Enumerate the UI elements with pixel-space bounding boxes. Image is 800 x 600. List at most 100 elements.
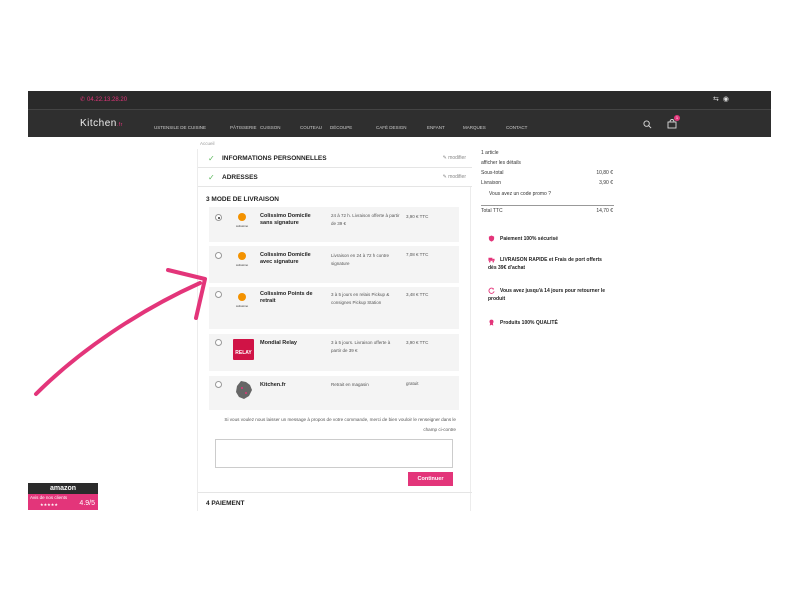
reassurance-returns: Vous avez jusqu'à 14 jours pour retourne… [488,287,608,303]
carrier-option[interactable]: colissimo Colissimo Domicile avec signat… [209,246,459,283]
star-rating-icon: ★★★★★ [40,502,58,507]
main-navbar: Kitchen.fr USTENSILE DE CUISINE PÂTISSER… [28,109,771,137]
modify-label: modifier [448,155,466,161]
divider [198,492,472,493]
step-title: ADRESSES [222,174,258,181]
top-icons: ⇆ ◉ [709,95,729,103]
main-menu: USTENSILE DE CUISINE PÂTISSERIE CUISSON … [154,125,527,130]
check-icon: ✓ [208,154,215,163]
nav-patisserie[interactable]: PÂTISSERIE [230,125,260,130]
cart-count-badge: 1 [674,115,680,121]
subtotal-label: Sous-total [481,170,504,176]
nav-enfant[interactable]: ENFANT [427,125,463,130]
step-personal-info[interactable]: ✓ INFORMATIONS PERSONNELLES ✎ modifier [198,149,472,168]
checkout-panel: ✓ INFORMATIONS PERSONNELLES ✎ modifier ✓… [197,149,472,511]
logo-suffix: .fr [116,122,123,128]
nav-decoupe[interactable]: DÉCOUPE [330,125,376,130]
top-bar: ✆ 04.22.13.28.20 ⇆ ◉ [28,91,771,109]
user-icon[interactable]: ◉ [723,96,729,103]
logo-text: Kitchen [80,118,117,129]
subtotal-row: Sous-total 10,80 € [481,170,613,176]
delivery-step-title: 3 MODE DE LIVRAISON [206,196,279,203]
amazon-logo: amazon [28,483,98,494]
divider [481,205,614,206]
shipping-row: Livraison 3,90 € [481,180,613,186]
nav-cuisson[interactable]: CUISSON [260,125,300,130]
carrier-name: Mondial Relay [260,340,297,346]
carrier-name: Kitchen.fr [260,382,286,388]
order-message-textarea[interactable] [215,439,453,468]
colissimo-logo: colissimo [236,293,249,308]
nav-ustensile[interactable]: USTENSILE DE CUISINE [154,125,230,130]
step-title: INFORMATIONS PERSONNELLES [222,155,327,162]
search-icon[interactable] [643,120,652,129]
colissimo-logo: colissimo [236,213,249,228]
total-label: Total TTC [481,208,503,214]
svg-text:colissimo: colissimo [236,304,249,308]
refresh-icon [488,287,495,294]
nav-contact[interactable]: CONTACT [506,125,527,130]
colissimo-logo: colissimo [236,252,249,267]
carrier-option[interactable]: Kitchen.fr Retrait en magasin gratuit [209,376,459,410]
shipping-value: 3,90 € [599,180,613,186]
nav-couteau[interactable]: COUTEAU [300,125,330,130]
mondial-relay-logo-text: RELAY [235,350,252,356]
carrier-option[interactable]: colissimo Colissimo Domicile sans signat… [209,207,459,242]
modify-link[interactable]: ✎ modifier [443,174,466,180]
site-logo[interactable]: Kitchen.fr [80,118,123,129]
carrier-price: 3,90 € TTC [406,340,429,345]
phone-number[interactable]: ✆ 04.22.13.28.20 [80,96,127,103]
promo-code-link[interactable]: Vous avez un code promo ? [489,191,621,197]
carrier-delay: 24 à 72 h. Livraison offerte à partir de… [331,213,400,226]
message-label: Si vous voulez nous laisser un message à… [224,417,456,432]
shipping-label: Livraison [481,180,502,186]
svg-text:colissimo: colissimo [236,263,249,267]
amazon-reviews-badge[interactable]: amazon Avis de nos clients ★★★★★ 4.9/5 [28,483,98,510]
carrier-radio[interactable] [215,214,222,221]
reassurance-quality: Produits 100% QUALITÉ [488,319,608,327]
carrier-option[interactable]: RELAY Mondial Relay 3 à 5 jours. Livrais… [209,334,459,371]
article-count: 1 article [481,150,499,156]
france-map-icon [236,381,252,399]
step-addresses[interactable]: ✓ ADRESSES ✎ modifier [198,168,472,187]
carrier-price: 3,90 € TTC [406,214,429,219]
shield-icon [488,235,495,242]
reassurance-delivery: LIVRAISON RAPIDE et Frais de port offert… [488,256,610,272]
nav-marques[interactable]: MARQUES [463,125,506,130]
carrier-radio[interactable] [215,339,222,346]
carrier-option[interactable]: colissimo Colissimo Points de retrait 3 … [209,287,459,329]
phone-icon: ✆ [80,97,86,103]
carrier-radio[interactable] [215,291,222,298]
award-icon [489,319,494,326]
reassurance-text: Paiement 100% sécurisé [500,236,559,242]
rating-score: 4.9/5 [79,500,95,507]
reassurance-text: LIVRAISON RAPIDE et Frais de port offert… [488,257,602,271]
continue-button[interactable]: Continuer [408,472,453,486]
check-icon: ✓ [208,173,215,182]
total-value: 14,70 € [596,208,613,214]
reassurance-text: Vous avez jusqu'à 14 jours pour retourne… [488,288,606,302]
reassurance-text: Produits 100% QUALITÉ [500,320,558,326]
modify-link[interactable]: ✎ modifier [443,155,466,161]
svg-text:colissimo: colissimo [236,224,249,228]
carrier-name: Colissimo Points de retrait [260,291,313,304]
carrier-radio[interactable] [215,381,222,388]
carrier-name: Colissimo Domicile sans signature [260,213,311,226]
subtotal-value: 10,80 € [596,170,613,176]
carrier-name: Colissimo Domicile avec signature [260,252,311,265]
total-row: Total TTC 14,70 € [481,208,613,214]
nav-cafe-design[interactable]: CAFÉ DESIGN [376,125,427,130]
carrier-delay: Retrait en magasin [331,382,369,387]
carrier-price: gratuit [406,381,419,386]
share-icon[interactable]: ⇆ [713,96,719,103]
page: ✆ 04.22.13.28.20 ⇆ ◉ Kitchen.fr USTENSILE … [0,0,800,600]
mondial-relay-logo: RELAY [233,339,254,360]
carrier-delay: Livraison en 24 à 72 h contre signature [331,253,390,266]
carrier-price: 3,48 € TTC [406,292,429,297]
breadcrumb[interactable]: Accueil [200,141,215,146]
carrier-delay: 3 à 5 jours en relais Pickup & consignes… [331,292,390,305]
truck-icon [488,257,495,263]
carrier-radio[interactable] [215,252,222,259]
show-details-link[interactable]: afficher les détails [481,160,613,166]
payment-step-title: 4 PAIEMENT [206,500,245,507]
